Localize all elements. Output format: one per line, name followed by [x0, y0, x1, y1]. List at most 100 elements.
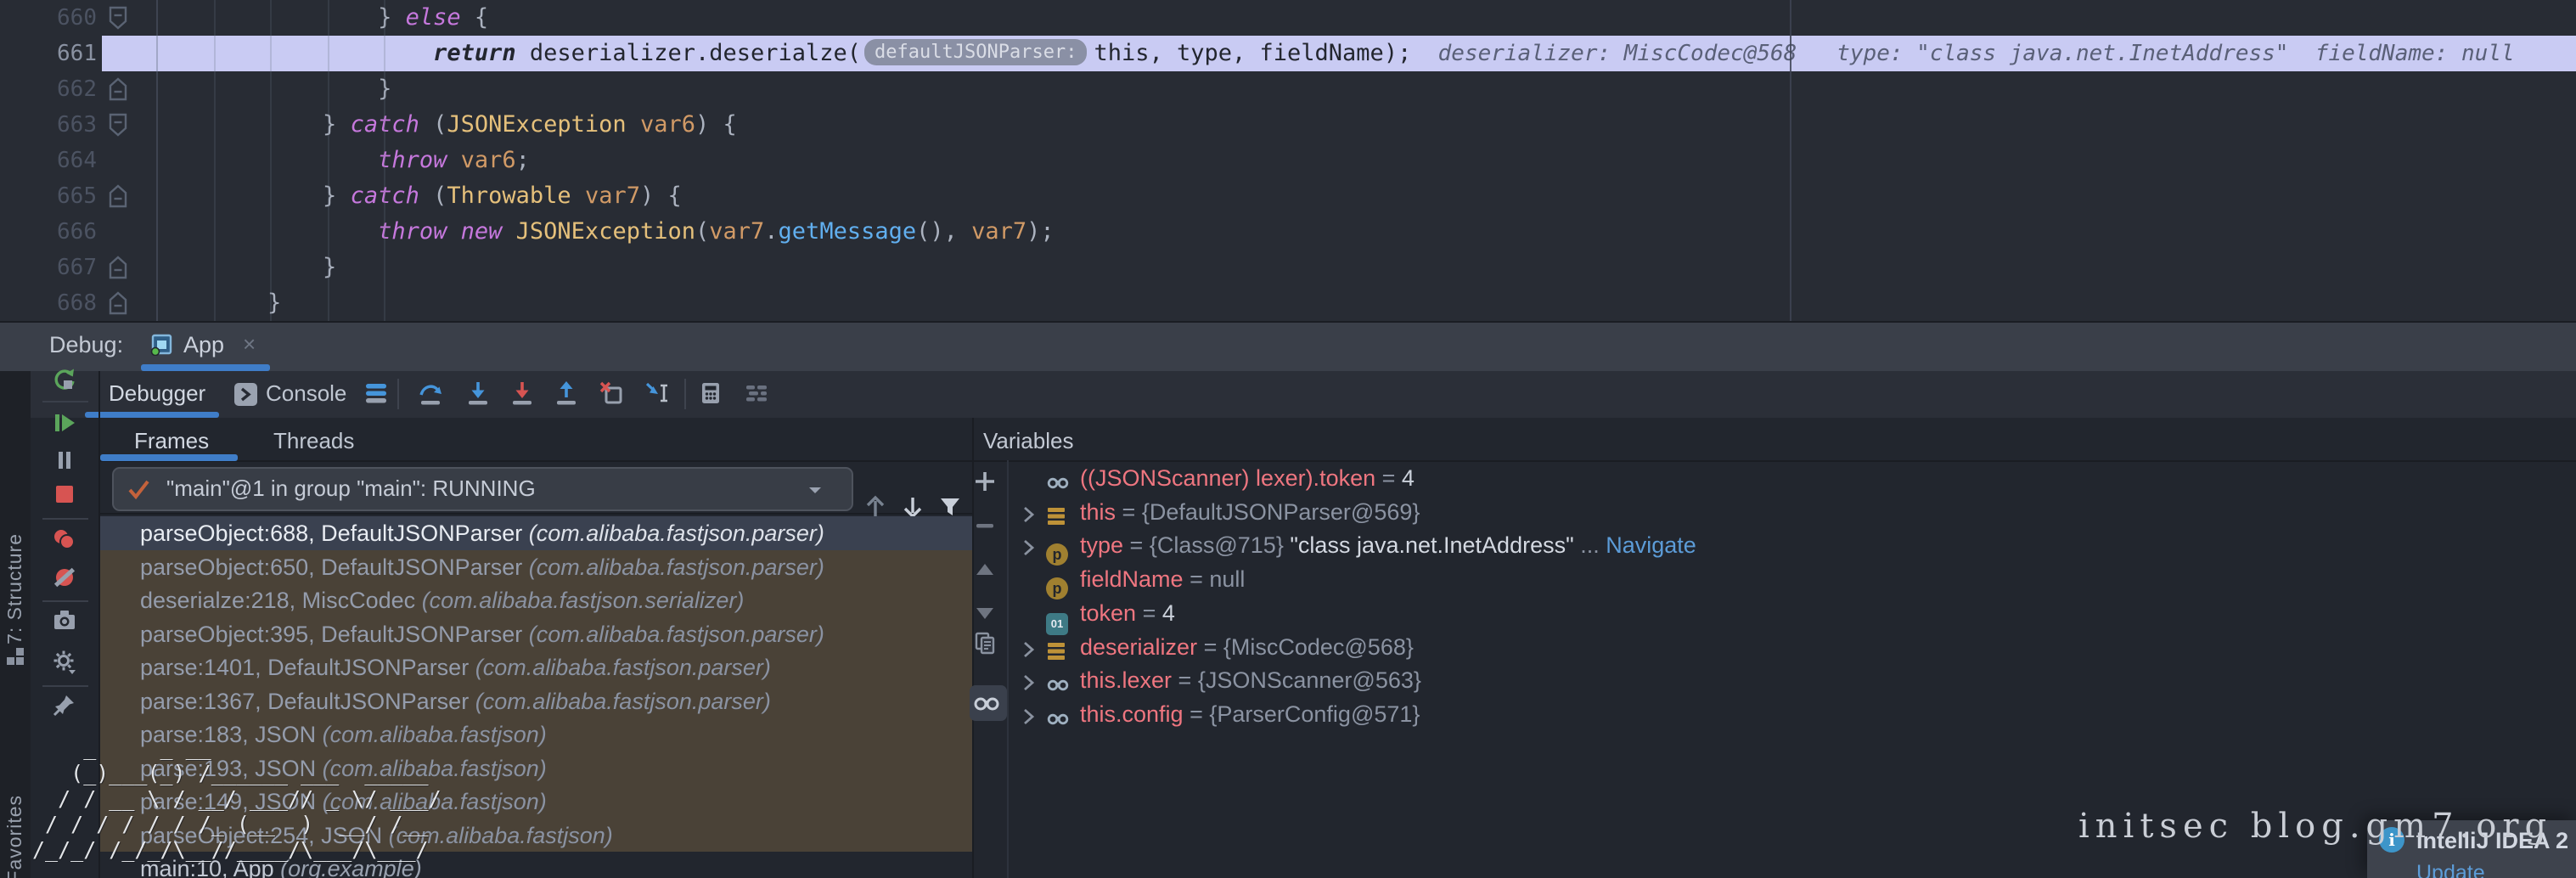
debug-panel-label: Debug: [49, 321, 123, 371]
chevron-right-icon[interactable] [1019, 669, 1038, 703]
variable-text: deserializer = {MiscCodec@568} [1080, 630, 1414, 664]
run-to-cursor-icon[interactable] [644, 380, 672, 409]
value-type-icon [1046, 637, 1066, 671]
layout-settings-icon[interactable] [744, 380, 773, 409]
line-number[interactable]: 668 [31, 285, 97, 321]
right-margin-guide [1790, 0, 1791, 321]
step-out-icon[interactable] [554, 380, 582, 409]
editor-line-662[interactable]: 662 } [0, 71, 2576, 107]
variable-text: this.config = {ParserConfig@571} [1080, 697, 1420, 731]
line-number[interactable]: 667 [31, 250, 97, 285]
tab-threads[interactable]: Threads [273, 422, 354, 460]
editor-line-666[interactable]: 666 throw new JSONException(var7.getMess… [0, 214, 2576, 250]
sidebar-item-structure[interactable]: 7: Structure [3, 533, 26, 644]
fold-marker-icon[interactable] [109, 113, 127, 137]
watch-type-icon [1046, 670, 1070, 704]
pause-icon[interactable] [52, 447, 81, 476]
tab-console[interactable]: Console [266, 371, 346, 418]
fold-marker-icon[interactable] [109, 256, 127, 279]
thread-dump-icon[interactable] [52, 607, 81, 636]
step-into-icon[interactable] [465, 380, 494, 409]
settings-icon[interactable] [52, 649, 81, 678]
fold-marker-icon[interactable] [109, 77, 127, 101]
chevron-right-icon[interactable] [1019, 636, 1038, 670]
mute-breakpoints-icon[interactable] [52, 565, 81, 594]
evaluate-expression-icon[interactable] [698, 380, 727, 409]
line-number[interactable]: 663 [31, 107, 97, 143]
editor-line-665[interactable]: 665 } catch (Throwable var7) { [0, 178, 2576, 214]
indent-guide [384, 0, 385, 321]
force-step-into-icon[interactable] [509, 380, 538, 409]
primitive-type-icon: 01 [1046, 603, 1068, 637]
line-number[interactable]: 662 [31, 71, 97, 107]
editor-line-667[interactable]: 667 } [0, 250, 2576, 285]
chevron-down-icon[interactable] [807, 484, 824, 500]
stack-frame-row[interactable]: parseObject:688, DefaultJSONParser (com.… [100, 516, 1012, 550]
line-number[interactable]: 665 [31, 178, 97, 214]
step-over-icon[interactable] [418, 380, 447, 409]
code-text: } catch (JSONException var6) { [212, 107, 737, 143]
vtoolbar-divider [42, 401, 88, 402]
frames-separator [100, 513, 972, 515]
param-type-icon: p [1046, 569, 1068, 603]
ascii-watermark: _ _ __ (_)___(_) /______ ___ _____ / / _… [32, 735, 454, 863]
line-number[interactable]: 666 [31, 214, 97, 250]
show-execution-point-icon[interactable] [363, 380, 392, 409]
gutter-divider [156, 0, 158, 321]
vtoolbar-divider [42, 518, 88, 520]
drop-frame-icon[interactable] [599, 380, 627, 409]
indent-guide [214, 0, 216, 321]
stop-icon[interactable] [52, 481, 81, 510]
watch-type-icon [1046, 468, 1070, 502]
code-text: throw new JSONException(var7.getMessage(… [212, 214, 1055, 250]
line-number[interactable]: 664 [31, 143, 97, 178]
add-watch-icon[interactable] [972, 469, 1001, 498]
remove-watch-icon[interactable] [972, 513, 1001, 542]
stack-frame-row[interactable]: parseObject:650, DefaultJSONParser (com.… [100, 550, 1012, 584]
fold-marker-icon[interactable] [109, 6, 127, 30]
stack-frame-row[interactable]: deserialze:218, MiscCodec (com.alibaba.f… [100, 583, 1012, 617]
variable-text: type = {Class@715} "class java.net.InetA… [1080, 528, 1696, 562]
chevron-right-icon[interactable] [1019, 534, 1038, 568]
debugger-tab-underline [85, 412, 219, 418]
code-editor[interactable]: 660 } else {661 return deserializer.dese… [0, 0, 2576, 321]
frames-tab-underline [100, 454, 238, 461]
watch-type-icon [1046, 704, 1070, 738]
chevron-right-icon[interactable] [1019, 703, 1038, 737]
chevron-right-icon[interactable] [1019, 501, 1038, 535]
fold-marker-icon[interactable] [109, 184, 127, 208]
stack-frame-row[interactable]: parseObject:395, DefaultJSONParser (com.… [100, 617, 1012, 651]
editor-line-668[interactable]: 668 } [0, 285, 2576, 321]
move-watch-up-icon[interactable] [972, 558, 1001, 587]
resume-icon[interactable] [52, 410, 81, 439]
rerun-icon[interactable] [52, 367, 81, 396]
tab-debugger[interactable]: Debugger [109, 371, 205, 418]
view-breakpoints-icon[interactable] [52, 526, 81, 555]
variable-text: ((JSONScanner) lexer).token = 4 [1080, 461, 1415, 495]
editor-line-660[interactable]: 660 } else { [0, 0, 2576, 36]
sidebar-item-favorites[interactable]: 2: Favorites [3, 795, 26, 878]
app-run-icon [149, 332, 173, 360]
notification-action-link[interactable]: Update [2416, 861, 2485, 878]
value-type-icon [1046, 502, 1066, 536]
toolbar-separator [397, 379, 399, 409]
stack-frame-row[interactable]: parse:1367, DefaultJSONParser (com.aliba… [100, 684, 1012, 718]
navigate-link[interactable]: Navigate [1606, 532, 1696, 558]
line-number[interactable]: 660 [31, 0, 97, 36]
show-watches-icon[interactable] [972, 689, 1001, 718]
move-watch-down-icon[interactable] [972, 599, 1001, 628]
fold-marker-icon[interactable] [109, 291, 127, 315]
toolbar-separator [684, 379, 686, 409]
editor-line-663[interactable]: 663 } catch (JSONException var6) { [0, 107, 2576, 143]
code-text: throw var6; [212, 143, 530, 178]
line-number[interactable]: 661 [31, 36, 97, 71]
editor-line-661[interactable]: 661 return deserializer.deserialze(defau… [0, 36, 2576, 71]
copy-value-icon[interactable] [972, 630, 1001, 659]
editor-line-664[interactable]: 664 throw var6; [0, 143, 2576, 178]
structure-icon [6, 647, 25, 670]
pin-icon[interactable] [52, 692, 81, 721]
console-icon [234, 383, 257, 410]
vtoolbar-divider [42, 685, 88, 687]
ide-window: 7: Structure 2: Favorites 660 } else {66… [0, 0, 2576, 878]
stack-frame-row[interactable]: parse:1401, DefaultJSONParser (com.aliba… [100, 650, 1012, 684]
